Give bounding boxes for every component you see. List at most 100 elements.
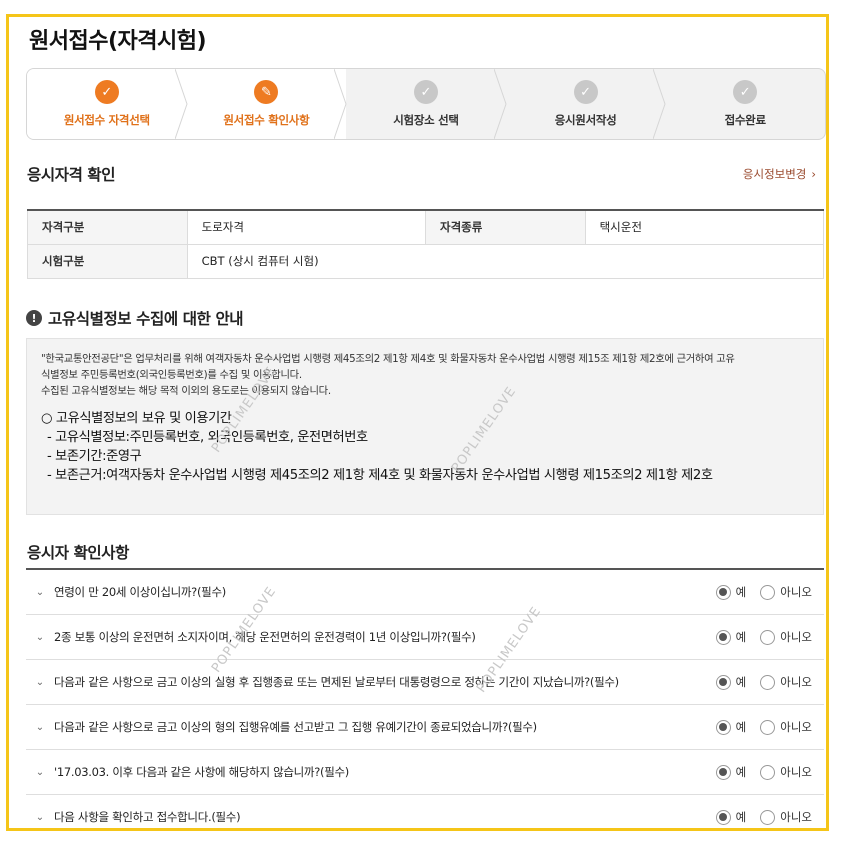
answer-options: 예 아니오 bbox=[708, 795, 812, 828]
application-frame: 원서접수(자격시험) ✓ 원서접수 자격선택 ✎ 원서접수 확인사항 ✓ 시험장… bbox=[6, 14, 829, 831]
answer-no[interactable]: 아니오 bbox=[760, 629, 812, 645]
step-label: 원서접수 확인사항 bbox=[223, 113, 310, 127]
confirm-row[interactable]: ⌄ '17.03.03. 이후 다음과 같은 사항에 해당하지 않습니까?(필수)… bbox=[26, 750, 824, 795]
confirm-row[interactable]: ⌄ 2종 보통 이상의 운전면허 소지자이며, 해당 운전면허의 운전경력이 1년… bbox=[26, 615, 824, 660]
table-cell: CBT (상시 컴퓨터 시험) bbox=[186, 243, 825, 279]
answer-no[interactable]: 아니오 bbox=[760, 584, 812, 600]
answer-yes[interactable]: 예 bbox=[715, 809, 747, 825]
progress-steps: ✓ 원서접수 자격선택 ✎ 원서접수 확인사항 ✓ 시험장소 선택 ✓ 응시원서… bbox=[26, 68, 826, 140]
notice-box: "한국교통안전공단"은 업무처리를 위해 여객자동차 운수사업법 시행령 제45… bbox=[26, 338, 824, 515]
answer-yes-label: 예 bbox=[735, 630, 747, 644]
confirm-row[interactable]: ⌄ 다음 사항을 확인하고 접수합니다.(필수) 예 아니오 bbox=[26, 795, 824, 828]
table-header-cell: 시험구분 bbox=[27, 243, 188, 279]
answer-options: 예 아니오 bbox=[708, 615, 812, 659]
radio-yes[interactable] bbox=[715, 674, 731, 690]
confirm-row[interactable]: ⌄ 다음과 같은 사항으로 금고 이상의 형의 집행유예를 선고받고 그 집행 유… bbox=[26, 705, 824, 750]
step-label: 접수완료 bbox=[724, 113, 766, 127]
table-row: 자격구분 도로자격 자격종류 택시운전 bbox=[27, 209, 825, 245]
chevron-down-icon[interactable]: ⌄ bbox=[26, 587, 54, 598]
radio-no[interactable] bbox=[760, 764, 776, 780]
notice-text: 식별정보 주민등록번호(외국인등록번호)를 수집 및 이용합니다. bbox=[41, 369, 302, 381]
step-checklist: ✎ 원서접수 확인사항 bbox=[186, 69, 347, 139]
step-application-form: ✓ 응시원서작성 bbox=[506, 69, 666, 139]
pencil-icon: ✎ bbox=[254, 80, 279, 104]
notice-text: "한국교통안전공단"은 업무처리를 위해 여객자동차 운수사업법 시행령 제45… bbox=[41, 353, 735, 365]
step-complete: ✓ 접수완료 bbox=[665, 69, 825, 139]
answer-options: 예 아니오 bbox=[708, 660, 812, 704]
answer-options: 예 아니오 bbox=[708, 570, 812, 614]
radio-yes[interactable] bbox=[715, 764, 731, 780]
change-info-link[interactable]: 응시정보변경 › bbox=[743, 166, 816, 182]
answer-no[interactable]: 아니오 bbox=[760, 764, 812, 780]
table-header-cell: 자격구분 bbox=[27, 209, 188, 245]
answer-no-label: 아니오 bbox=[780, 585, 812, 599]
radio-no[interactable] bbox=[760, 629, 776, 645]
radio-no[interactable] bbox=[760, 584, 776, 600]
answer-no-label: 아니오 bbox=[780, 765, 812, 779]
confirm-question: 연령이 만 20세 이상이십니까?(필수) bbox=[54, 585, 226, 599]
answer-yes-label: 예 bbox=[735, 675, 747, 689]
answer-no[interactable]: 아니오 bbox=[760, 674, 812, 690]
step-arrow bbox=[493, 69, 507, 139]
answer-no[interactable]: 아니오 bbox=[760, 719, 812, 735]
notice-text: 수집된 고유식별정보는 해당 목적 이외의 용도로는 이용되지 않습니다. bbox=[41, 385, 331, 397]
check-icon: ✓ bbox=[733, 80, 758, 104]
chevron-right-icon: › bbox=[811, 167, 816, 181]
check-icon: ✓ bbox=[94, 80, 119, 104]
radio-no[interactable] bbox=[760, 719, 776, 735]
answer-yes[interactable]: 예 bbox=[715, 674, 747, 690]
confirm-question: 다음과 같은 사항으로 금고 이상의 형의 집행유예를 선고받고 그 집행 유예… bbox=[54, 720, 537, 734]
step-venue-select: ✓ 시험장소 선택 bbox=[346, 69, 507, 139]
chevron-down-icon[interactable]: ⌄ bbox=[26, 632, 54, 643]
notice-title: 고유식별정보 수집에 대한 안내 bbox=[48, 310, 244, 328]
radio-yes[interactable] bbox=[715, 719, 731, 735]
confirm-row[interactable]: ⌄ 연령이 만 20세 이상이십니까?(필수) 예 아니오 bbox=[26, 570, 824, 615]
answer-yes-label: 예 bbox=[735, 720, 747, 734]
retention-item: - 보존기간:준영구 bbox=[47, 449, 142, 464]
radio-yes[interactable] bbox=[715, 584, 731, 600]
answer-yes-label: 예 bbox=[735, 585, 747, 599]
notice-header: ! 고유식별정보 수집에 대한 안내 bbox=[26, 307, 244, 329]
radio-no[interactable] bbox=[760, 674, 776, 690]
chevron-down-icon[interactable]: ⌄ bbox=[26, 767, 54, 778]
answer-no-label: 아니오 bbox=[780, 810, 812, 824]
confirm-list: ⌄ 연령이 만 20세 이상이십니까?(필수) 예 아니오 ⌄ 2종 보통 이상의 운전면… bbox=[26, 568, 824, 828]
retention-heading: ○ 고유식별정보의 보유 및 이용기간 bbox=[41, 411, 232, 426]
exclamation-icon: ! bbox=[26, 310, 42, 326]
table-cell: 도로자격 bbox=[186, 209, 426, 245]
confirm-row[interactable]: ⌄ 다음과 같은 사항으로 금고 이상의 실형 후 집행종료 또는 면제된 날로부… bbox=[26, 660, 824, 705]
table-header-cell: 자격종류 bbox=[424, 209, 586, 245]
confirm-question: 다음 사항을 확인하고 접수합니다.(필수) bbox=[54, 810, 241, 824]
step-label: 응시원서작성 bbox=[554, 113, 617, 127]
chevron-down-icon[interactable]: ⌄ bbox=[26, 812, 54, 823]
radio-no[interactable] bbox=[760, 809, 776, 825]
confirm-title: 응시자 확인사항 bbox=[27, 544, 130, 562]
answer-no[interactable]: 아니오 bbox=[760, 809, 812, 825]
chevron-down-icon[interactable]: ⌄ bbox=[26, 722, 54, 733]
step-arrow bbox=[174, 69, 188, 139]
answer-yes[interactable]: 예 bbox=[715, 629, 747, 645]
confirm-question: '17.03.03. 이후 다음과 같은 사항에 해당하지 않습니까?(필수) bbox=[54, 765, 349, 779]
step-arrow bbox=[334, 69, 347, 139]
step-arrow bbox=[653, 69, 666, 139]
answer-no-label: 아니오 bbox=[780, 720, 812, 734]
qualification-table: 자격구분 도로자격 자격종류 택시운전 시험구분 CBT (상시 컴퓨터 시험) bbox=[27, 209, 825, 279]
answer-options: 예 아니오 bbox=[708, 750, 812, 794]
answer-options: 예 아니오 bbox=[708, 705, 812, 749]
answer-no-label: 아니오 bbox=[780, 630, 812, 644]
answer-yes-label: 예 bbox=[735, 810, 747, 824]
step-label: 원서접수 자격선택 bbox=[63, 113, 150, 127]
step-label: 시험장소 선택 bbox=[393, 113, 459, 127]
radio-yes[interactable] bbox=[715, 809, 731, 825]
answer-yes[interactable]: 예 bbox=[715, 764, 747, 780]
answer-yes-label: 예 bbox=[735, 765, 747, 779]
answer-no-label: 아니오 bbox=[780, 675, 812, 689]
check-icon: ✓ bbox=[413, 80, 438, 104]
check-icon: ✓ bbox=[573, 80, 598, 104]
answer-yes[interactable]: 예 bbox=[715, 719, 747, 735]
table-cell: 택시운전 bbox=[584, 209, 825, 245]
radio-yes[interactable] bbox=[715, 629, 731, 645]
chevron-down-icon[interactable]: ⌄ bbox=[26, 677, 54, 688]
retention-item: - 고유식별정보:주민등록번호, 외국인등록번호, 운전면허번호 bbox=[47, 430, 368, 445]
answer-yes[interactable]: 예 bbox=[715, 584, 747, 600]
